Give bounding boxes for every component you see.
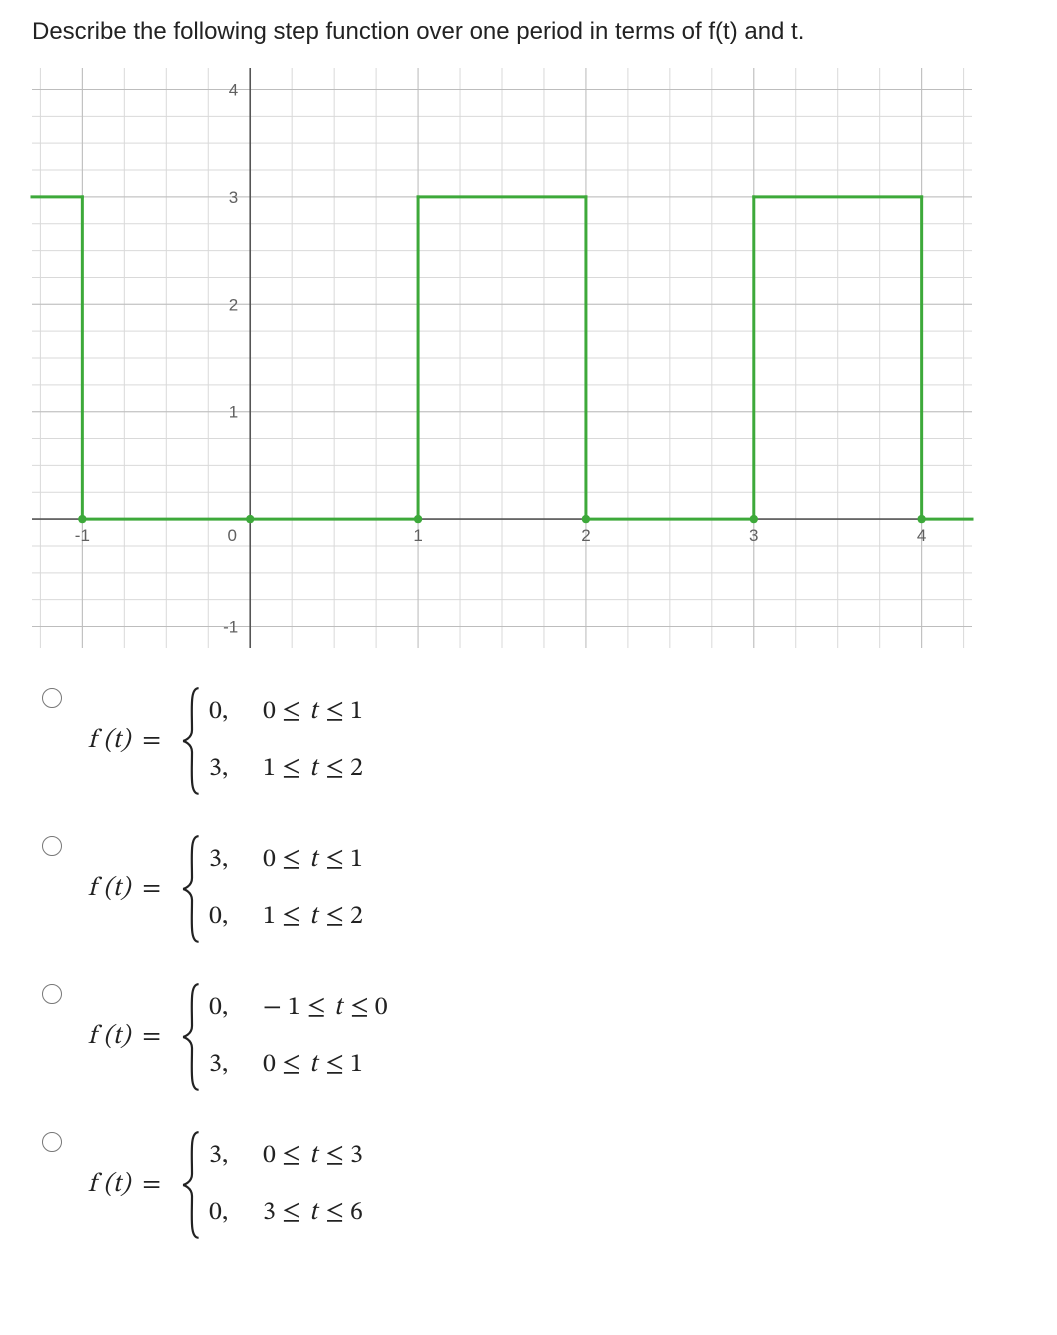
answer-option-2[interactable]: f (t) = 3, 0 ≤ t ≤ 1 0, 1 ≤ t ≤ 2: [42, 834, 1025, 944]
question-text: Describe the following step function ove…: [32, 18, 1025, 46]
case-value: 0,: [209, 992, 239, 1025]
svg-text:3: 3: [749, 526, 758, 545]
svg-text:-1: -1: [75, 526, 90, 545]
svg-text:4: 4: [229, 80, 238, 99]
piecewise-case: 3, 0 ≤ t ≤ 1: [209, 1049, 388, 1082]
svg-text:1: 1: [229, 403, 238, 422]
svg-text:2: 2: [229, 295, 238, 314]
case-condition: 3 ≤ t ≤ 6: [263, 1197, 363, 1230]
svg-text:3: 3: [229, 188, 238, 207]
function-lhs: f (t) =: [88, 1021, 167, 1054]
case-value: 0,: [209, 696, 239, 729]
function-lhs: f (t) =: [88, 1169, 167, 1202]
piecewise-case: 3, 0 ≤ t ≤ 3: [209, 1140, 363, 1173]
radio-button[interactable]: [42, 1132, 62, 1152]
radio-button[interactable]: [42, 984, 62, 1004]
option-formula: f (t) = 3, 0 ≤ t ≤ 3 0, 3 ≤ t ≤ 6: [88, 1130, 363, 1240]
case-condition: − 1 ≤ t ≤ 0: [263, 992, 388, 1025]
function-lhs: f (t) =: [88, 873, 167, 906]
case-condition: 0 ≤ t ≤ 1: [263, 844, 363, 877]
step-function-chart: -1 0 1 2 3 4 -1 1 2 3 4: [22, 58, 982, 658]
case-value: 3,: [209, 1140, 239, 1173]
case-value: 3,: [209, 1049, 239, 1082]
option-formula: f (t) = 3, 0 ≤ t ≤ 1 0, 1 ≤ t ≤ 2: [88, 834, 363, 944]
option-formula: f (t) = 0, 0 ≤ t ≤ 1 3, 1 ≤ t ≤ 2: [88, 686, 363, 796]
piecewise-case: 0, 0 ≤ t ≤ 1: [209, 696, 363, 729]
case-condition: 0 ≤ t ≤ 1: [263, 1049, 363, 1082]
answer-option-4[interactable]: f (t) = 3, 0 ≤ t ≤ 3 0, 3 ≤ t ≤ 6: [42, 1130, 1025, 1240]
left-brace-icon: [181, 982, 203, 1092]
case-value: 3,: [209, 844, 239, 877]
svg-text:2: 2: [581, 526, 590, 545]
piecewise-case: 0, − 1 ≤ t ≤ 0: [209, 992, 388, 1025]
case-value: 0,: [209, 901, 239, 934]
answer-options: f (t) = 0,0 ≤ t ≤ 13,1 ≤ t ≤ 2f (t) = 3,…: [32, 686, 1025, 1240]
case-condition: 1 ≤ t ≤ 2: [263, 753, 363, 786]
case-condition: 0 ≤ t ≤ 1: [263, 696, 363, 729]
radio-button[interactable]: [42, 688, 62, 708]
piecewise-case: 3, 1 ≤ t ≤ 2: [209, 753, 363, 786]
piecewise-case: 0, 3 ≤ t ≤ 6: [209, 1197, 363, 1230]
case-value: 0,: [209, 1197, 239, 1230]
answer-option-1[interactable]: f (t) = 0, 0 ≤ t ≤ 1 3, 1 ≤ t ≤ 2: [42, 686, 1025, 796]
left-brace-icon: [181, 1130, 203, 1240]
svg-text:4: 4: [917, 526, 926, 545]
piecewise-case: 3, 0 ≤ t ≤ 1: [209, 844, 363, 877]
left-brace-icon: [181, 834, 203, 944]
piecewise-case: 0, 1 ≤ t ≤ 2: [209, 901, 363, 934]
answer-option-3[interactable]: f (t) = 0, − 1 ≤ t ≤ 0 3, 0 ≤ t ≤ 1: [42, 982, 1025, 1092]
svg-text:-1: -1: [223, 618, 238, 637]
left-brace-icon: [181, 686, 203, 796]
case-value: 3,: [209, 753, 239, 786]
chart-svg: -1 0 1 2 3 4 -1 1 2 3 4: [22, 58, 982, 658]
svg-text:1: 1: [413, 526, 422, 545]
option-formula: f (t) = 0, − 1 ≤ t ≤ 0 3, 0 ≤ t ≤ 1: [88, 982, 388, 1092]
radio-button[interactable]: [42, 836, 62, 856]
svg-text:0: 0: [227, 526, 236, 545]
case-condition: 0 ≤ t ≤ 3: [263, 1140, 363, 1173]
case-condition: 1 ≤ t ≤ 2: [263, 901, 363, 934]
function-lhs: f (t) =: [88, 725, 167, 758]
